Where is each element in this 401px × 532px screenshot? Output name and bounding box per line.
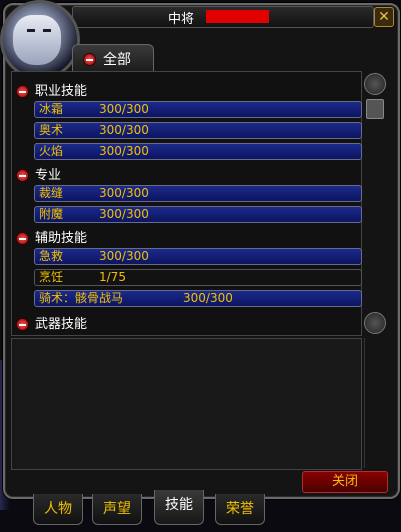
tab-all-label: 全部 [103,52,131,68]
skill-row[interactable]: 火焰 300/300 [34,143,362,160]
skill-row[interactable]: 烹饪 1/75 [34,269,362,286]
category-label: 辅助技能 [35,231,88,246]
skill-name: 奥术 [39,123,64,137]
collapse-all-icon[interactable] [83,53,96,66]
category-class-skills[interactable]: 职业技能 [16,80,88,99]
skill-row[interactable]: 裁缝 300/300 [34,185,362,202]
skill-detail-panel [11,338,362,470]
collapse-icon[interactable] [16,169,29,182]
character-portrait [0,0,80,80]
category-weapon-skills[interactable]: 武器技能 [16,313,88,332]
skill-name: 附魔 [39,207,64,221]
skill-value: 300/300 [99,207,149,221]
category-label: 专业 [35,168,62,183]
category-secondary-skills[interactable]: 辅助技能 [16,227,88,246]
skill-value: 300/300 [99,186,149,200]
tab-character[interactable]: 人物 [33,494,83,525]
category-label: 武器技能 [35,317,88,332]
scroll-thumb[interactable] [366,99,384,119]
window-title: 中将 [168,12,195,27]
skill-name: 急救 [39,249,64,263]
skill-name: 烹饪 [39,270,64,284]
collapse-icon[interactable] [16,232,29,245]
skill-value: 300/300 [99,249,149,263]
skill-value: 300/300 [99,144,149,158]
skill-name: 骑术：骸骨战马 [39,291,124,305]
detail-scrollbar[interactable] [364,338,387,468]
skill-row[interactable]: 急救 300/300 [34,248,362,265]
tab-all[interactable]: 全部 [72,44,154,73]
skill-value: 1/75 [99,270,126,284]
skill-name: 裁缝 [39,186,64,200]
skill-row[interactable]: 骑术：骸骨战马 300/300 [34,290,362,307]
category-professions[interactable]: 专业 [16,164,62,183]
skill-name: 冰霜 [39,102,64,116]
collapse-icon[interactable] [16,318,29,331]
tab-honor[interactable]: 荣誉 [215,494,265,525]
skill-value: 300/300 [183,291,233,305]
portrait-eye [43,29,51,32]
skill-row[interactable]: 奥术 300/300 [34,122,362,139]
category-label: 职业技能 [35,84,88,99]
collapse-icon[interactable] [16,85,29,98]
scroll-down-button[interactable] [364,312,386,334]
scroll-up-button[interactable] [364,73,386,95]
close-button[interactable]: 关闭 [302,471,388,493]
skill-row[interactable]: 附魔 300/300 [34,206,362,223]
skill-value: 300/300 [99,102,149,116]
portrait-face [13,15,61,65]
tab-skills[interactable]: 技能 [154,490,204,525]
player-name-redacted [206,10,269,23]
skill-row[interactable]: 冰霜 300/300 [34,101,362,118]
close-icon[interactable]: ✕ [374,7,394,27]
skill-name: 火焰 [39,144,64,158]
skill-list: 职业技能 冰霜 300/300 奥术 300/300 火焰 300/300 专业… [11,71,362,336]
portrait-eye [27,29,35,32]
tab-reputation[interactable]: 声望 [92,494,142,525]
skill-value: 300/300 [99,123,149,137]
